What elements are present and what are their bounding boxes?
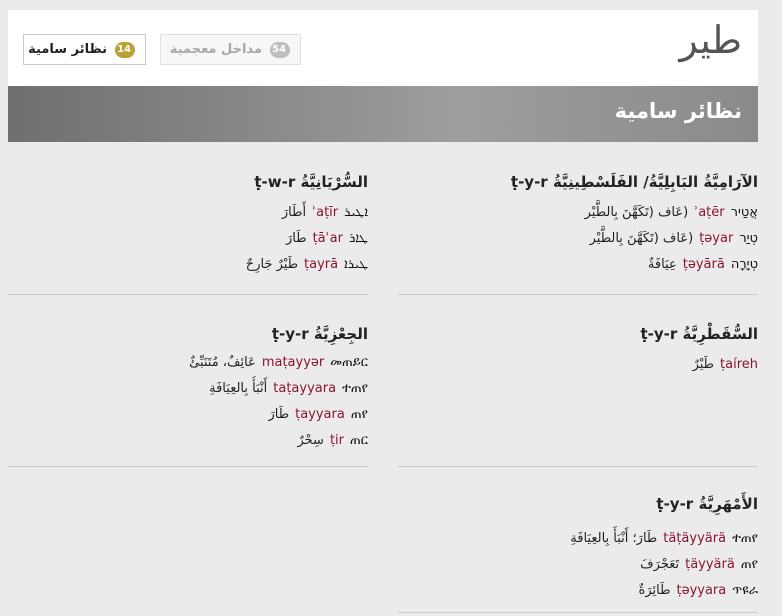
section-divider — [398, 294, 758, 295]
root-transliteration: ṭ-y-r — [271, 325, 309, 343]
gloss: أَنْبَأَ بِالعِيَافَةِ — [209, 381, 268, 396]
gloss: عَائِفٌ، مُتَنَبِّئٌ — [189, 355, 256, 370]
transliteration: ʾaṭīr — [312, 205, 339, 220]
native-word: טְיַר — [739, 231, 758, 246]
transliteration: ṭayyara — [295, 407, 345, 422]
native-word: טְיָרָה — [730, 257, 758, 272]
cognate-section-geez: الجِعْزِيَّةُ ṭ-y-r መጠይር maṭayyər عَائِف… — [8, 322, 368, 454]
gloss: طَيْرٌ جَارِحٌ — [245, 257, 299, 272]
cognate-section-syriac: السُّرْيَانِيَّةُ ṭ-w-r ܐܛܝܪ ʾaṭīr أَطَا… — [8, 170, 368, 278]
gloss: طَارَ؛ أَنْبَأَ بِالعِيَافَةِ — [570, 531, 658, 546]
transliteration: maṭayyər — [261, 355, 325, 370]
native-word: ܐܛܝܪ — [344, 205, 368, 220]
transliteration: ṭäyyärä — [685, 557, 735, 572]
language-heading: الآرَامِيَّةُ البَابِلِيَّةُ/ الفَلَسْطِ… — [398, 170, 758, 194]
cognate-entry: ܛܐܪ ṭāʾar طَارَ — [8, 226, 368, 252]
cognate-entry: ጥዩራ ṭəyyara طَائِرَةٌ — [398, 578, 758, 604]
cognate-entry: ܛܝܪܐ ṭayrā طَيْرٌ جَارِحٌ — [8, 252, 368, 278]
transliteration: ṭayrā — [304, 257, 339, 272]
cognate-section-amharic: الأَمْهَرِيَّةُ ṭ-y-r ተጠየ täṭäyyärä طَار… — [398, 492, 758, 604]
native-word: ተጠየ — [342, 381, 368, 396]
transliteration: taṭayyara — [273, 381, 337, 396]
cognate-entry: ጠየ ṭayyara طَارَ — [8, 402, 368, 428]
language-heading: السُّرْيَانِيَّةُ ṭ-w-r — [8, 170, 368, 194]
transliteration: ṭəyar — [699, 231, 734, 246]
root-transliteration: ṭ-y-r — [656, 495, 694, 513]
native-word: אֲטַיר — [730, 205, 758, 220]
root-transliteration: ṭ-y-r — [640, 325, 678, 343]
cognate-section-soqotri: السُّقَطْرِيَّةُ ṭ-y-r ṭaíreh طَيْرٌ — [398, 322, 758, 378]
transliteration: täṭäyyärä — [663, 531, 727, 546]
section-divider — [398, 466, 758, 467]
gloss: عِيَافَةٌ — [647, 257, 677, 272]
tab-label: مداخل معجمية — [169, 42, 262, 57]
cognate-entry: መጠይር maṭayyər عَائِفٌ، مُتَنَبِّئٌ — [8, 350, 368, 376]
transliteration: ʾaṭēr — [694, 205, 725, 220]
gloss: (عَاف (تَكَهَّنَ بِالطَّيْر — [589, 231, 694, 246]
native-word: ܛܐܪ — [348, 231, 368, 246]
cognate-entry: אֲטַיר ʾaṭēr (عَاف (تَكَهَّنَ بِالطَّيْر — [398, 200, 758, 226]
native-word: ጠየ — [740, 557, 758, 572]
gloss: طَائِرَةٌ — [638, 583, 671, 598]
native-word: መጠይር — [330, 355, 368, 370]
root-transliteration: ṭ-w-r — [254, 173, 296, 191]
gloss: (عَاف (تَكَهَّنَ بِالطَّيْر — [584, 205, 689, 220]
native-word: ጥዩራ — [732, 583, 758, 598]
language-name: الأَمْهَرِيَّةُ — [698, 495, 758, 513]
native-word: ጠር — [350, 433, 368, 448]
gloss: طَارَ — [285, 231, 307, 246]
banner-title: نظائر سامية — [614, 99, 742, 123]
cognate-entry: טְיַר ṭəyar (عَاف (تَكَهَّنَ بِالطَّيْر — [398, 226, 758, 252]
transliteration: ṭaíreh — [720, 357, 758, 372]
gloss: طَارَ — [268, 407, 290, 422]
tab-lexical-entries[interactable]: 54 مداخل معجمية — [160, 34, 301, 65]
cognate-entry: ܐܛܝܪ ʾaṭīr أَطَارَ — [8, 200, 368, 226]
tab-semitic-cognates[interactable]: 14 نظائر سامية — [23, 34, 146, 65]
transliteration: ṭāʾar — [312, 231, 343, 246]
cognate-entry: ጠየ ṭäyyärä تَعَجْرَفَ — [398, 552, 758, 578]
gloss: تَعَجْرَفَ — [640, 557, 680, 572]
entry-header: طير 54 مداخل معجمية 14 نظائر سامية — [8, 10, 758, 86]
native-word: ተጠየ — [732, 531, 758, 546]
cognate-entry: ተጠየ taṭayyara أَنْبَأَ بِالعِيَافَةِ — [8, 376, 368, 402]
section-divider — [398, 612, 758, 613]
transliteration: ṭəyyara — [676, 583, 727, 598]
section-divider — [8, 466, 368, 467]
transliteration: ṭəyārā — [682, 257, 725, 272]
cognate-entry: טְיָרָה ṭəyārā عِيَافَةٌ — [398, 252, 758, 278]
tab-label: نظائر سامية — [28, 42, 107, 57]
section-divider — [8, 294, 368, 295]
tab-count-badge: 14 — [115, 41, 135, 58]
root-title: طير — [679, 18, 742, 62]
language-name: الجِعْزِيَّةُ — [313, 325, 368, 343]
cognate-entry: ተጠየ täṭäyyärä طَارَ؛ أَنْبَأَ بِالعِيَاف… — [398, 526, 758, 552]
gloss: سِحْرٌ — [297, 433, 324, 448]
cognate-entry: ጠር ṭir سِحْرٌ — [8, 428, 368, 454]
cognate-section-aramaic: الآرَامِيَّةُ البَابِلِيَّةُ/ الفَلَسْطِ… — [398, 170, 758, 278]
language-heading: الأَمْهَرِيَّةُ ṭ-y-r — [398, 492, 758, 516]
section-banner: نظائر سامية — [8, 86, 758, 142]
language-heading: السُّقَطْرِيَّةُ ṭ-y-r — [398, 322, 758, 346]
cognate-entry: ṭaíreh طَيْرٌ — [398, 352, 758, 378]
language-heading: الجِعْزِيَّةُ ṭ-y-r — [8, 322, 368, 346]
gloss: طَيْرٌ — [692, 357, 715, 372]
language-name: الآرَامِيَّةُ البَابِلِيَّةُ/ الفَلَسْطِ… — [552, 173, 758, 191]
gloss: أَطَارَ — [281, 205, 307, 220]
transliteration: ṭir — [329, 433, 344, 448]
tab-count-badge: 54 — [270, 41, 290, 58]
language-name: السُّرْيَانِيَّةُ — [300, 173, 369, 191]
language-name: السُّقَطْرِيَّةُ — [682, 325, 758, 343]
root-transliteration: ṭ-y-r — [510, 173, 548, 191]
native-word: ጠየ — [350, 407, 368, 422]
native-word: ܛܝܪܐ — [344, 257, 368, 272]
